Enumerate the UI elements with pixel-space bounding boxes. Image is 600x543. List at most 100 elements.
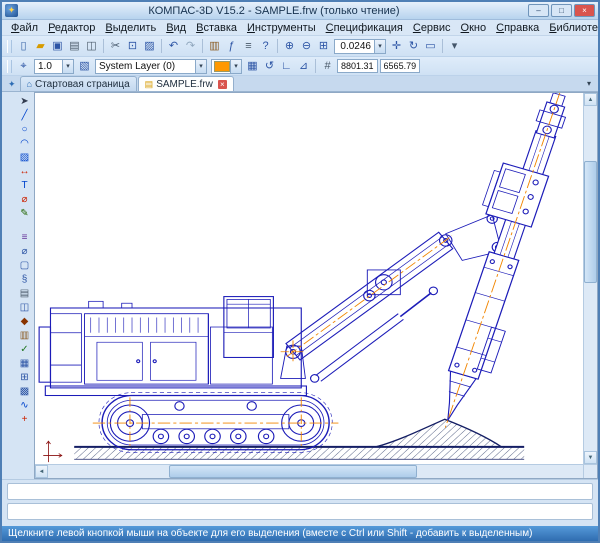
zoom-out-icon[interactable]: ⊖: [298, 38, 315, 54]
minimize-button[interactable]: –: [528, 4, 549, 17]
tab-menu-icon[interactable]: ✦: [4, 77, 20, 91]
style-dropdown-icon[interactable]: ▾: [230, 60, 241, 73]
maximize-button[interactable]: □: [551, 4, 572, 17]
hatch-tool-icon[interactable]: ▨: [17, 151, 32, 165]
toolbar-grip[interactable]: [7, 40, 12, 53]
specification-tool-icon[interactable]: §: [17, 273, 32, 287]
style-color-box: [214, 61, 230, 72]
zoom-area-icon[interactable]: ⊞: [315, 38, 332, 54]
library-manager-icon[interactable]: ▥: [206, 38, 223, 54]
local-frame-icon[interactable]: ↺: [261, 58, 278, 74]
zoom-scale-combo[interactable]: 0.0246 ▾: [334, 39, 386, 54]
check-document-icon[interactable]: ✓: [17, 343, 32, 357]
step-combo[interactable]: 1.0 ▾: [34, 59, 74, 74]
horizontal-scrollbar[interactable]: ◄: [35, 465, 583, 478]
menu-select[interactable]: Выделить: [100, 21, 161, 35]
show-all-icon[interactable]: ▭: [422, 38, 439, 54]
compact-panel: ➤╱○◠▨↔T⌀✎ ≡⌀▢§▤◫◆▥✓▦⊞▩∿+: [15, 92, 34, 479]
print-area-icon[interactable]: ▦: [17, 357, 32, 371]
ole-object-icon[interactable]: ⊞: [17, 371, 32, 385]
refresh-icon[interactable]: ↻: [405, 38, 422, 54]
grid-icon[interactable]: ▦: [244, 58, 261, 74]
zoom-in-icon[interactable]: ⊕: [281, 38, 298, 54]
menu-libraries[interactable]: Библиотеки: [544, 21, 600, 35]
tab-start-page[interactable]: ⌂ Стартовая страница: [20, 76, 137, 91]
text-tool-icon[interactable]: T: [17, 179, 32, 193]
insert-view-icon[interactable]: ◫: [17, 301, 32, 315]
scroll-left-icon[interactable]: ◄: [35, 465, 48, 478]
preview-icon[interactable]: ◫: [83, 38, 100, 54]
menu-view[interactable]: Вид: [161, 21, 191, 35]
undo-icon[interactable]: ↶: [165, 38, 182, 54]
copy-icon[interactable]: ⊡: [124, 38, 141, 54]
coordinate-y-field[interactable]: 6565.79: [380, 59, 421, 73]
tab-document-icon: ⌂: [27, 79, 32, 89]
print-icon[interactable]: ▤: [66, 38, 83, 54]
paste-icon[interactable]: ▨: [141, 38, 158, 54]
parametrize-tool-icon[interactable]: ≡: [17, 231, 32, 245]
tab-list-dropdown-icon[interactable]: ▾: [582, 77, 596, 91]
select-tool-icon[interactable]: ▢: [17, 259, 32, 273]
step-dropdown-icon[interactable]: ▾: [62, 60, 73, 73]
report-tool-icon[interactable]: ▤: [17, 287, 32, 301]
menu-help[interactable]: Справка: [491, 21, 544, 35]
pointer-tool-icon[interactable]: ➤: [17, 95, 32, 109]
horizontal-scrollbar-row: ◄: [35, 464, 597, 478]
tab-close-icon[interactable]: ×: [218, 80, 227, 89]
zoom-scale-dropdown-icon[interactable]: ▾: [374, 40, 385, 53]
new-document-icon[interactable]: ▯: [15, 38, 32, 54]
menu-window[interactable]: Окно: [456, 21, 492, 35]
pan-icon[interactable]: ✛: [388, 38, 405, 54]
document-window: ▲ ▼ ◄: [34, 92, 598, 479]
close-button[interactable]: ×: [574, 4, 595, 17]
tab-sample-frw[interactable]: ▤ SAMPLE.frw ×: [138, 76, 234, 91]
redo-icon[interactable]: ↷: [182, 38, 199, 54]
circle-tool-icon[interactable]: ○: [17, 123, 32, 137]
separator: [161, 39, 162, 53]
menu-editor[interactable]: Редактор: [43, 21, 100, 35]
context-help-icon[interactable]: ?: [257, 38, 274, 54]
scroll-down-icon[interactable]: ▼: [584, 451, 597, 464]
menu-insert[interactable]: Вставка: [191, 21, 242, 35]
edit-tool-icon[interactable]: ✎: [17, 207, 32, 221]
tab-document-icon: ▤: [145, 79, 154, 90]
toolbar-grip[interactable]: [7, 60, 12, 73]
snap-icon[interactable]: ⊿: [295, 58, 312, 74]
measure-tool-icon[interactable]: ⌀: [17, 245, 32, 259]
menu-file[interactable]: Файл: [6, 21, 43, 35]
horizontal-scrollbar-thumb[interactable]: [169, 465, 418, 478]
view-state-toolbar: ⌖ 1.0 ▾ ▧ System Layer (0) ▾ ▾ ▦↺∟⊿ # 88…: [2, 57, 598, 76]
vertical-scrollbar[interactable]: ▲ ▼: [583, 93, 597, 464]
menu-service[interactable]: Сервис: [408, 21, 456, 35]
vertical-scrollbar-thumb[interactable]: [584, 161, 597, 283]
open-folder-icon[interactable]: ▰: [32, 38, 49, 54]
current-state-icon[interactable]: ⌖: [15, 58, 32, 74]
layer-dropdown-icon[interactable]: ▾: [195, 60, 206, 73]
current-style-swatch[interactable]: ▾: [211, 59, 242, 74]
save-icon[interactable]: ▣: [49, 38, 66, 54]
arc-tool-icon[interactable]: ◠: [17, 137, 32, 151]
macro-tool-icon[interactable]: ◆: [17, 315, 32, 329]
cut-icon[interactable]: ✂: [107, 38, 124, 54]
line-tool-icon[interactable]: ╱: [17, 109, 32, 123]
raster-icon[interactable]: ▩: [17, 385, 32, 399]
coords-icon[interactable]: #: [319, 58, 336, 74]
scroll-up-icon[interactable]: ▲: [584, 93, 597, 106]
coordinate-x-field[interactable]: 8801.31: [337, 59, 378, 73]
axis-tool-icon[interactable]: ⌀: [17, 193, 32, 207]
layer-states-icon[interactable]: ▧: [76, 58, 93, 74]
ortho-icon[interactable]: ∟: [278, 58, 295, 74]
point-tool-icon[interactable]: +: [17, 413, 32, 427]
toolbar-options-icon[interactable]: ▾: [446, 38, 463, 54]
library-tool-icon[interactable]: ▥: [17, 329, 32, 343]
drawing-canvas[interactable]: [35, 93, 583, 464]
properties-icon[interactable]: ≡: [240, 38, 257, 54]
layer-combo[interactable]: System Layer (0) ▾: [95, 59, 207, 74]
dimension-tool-icon[interactable]: ↔: [17, 165, 32, 179]
menu-tools[interactable]: Инструменты: [242, 21, 321, 35]
property-panel: [2, 479, 598, 526]
variables-icon[interactable]: ƒ: [223, 38, 240, 54]
separator: [103, 39, 104, 53]
menu-specification[interactable]: Спецификация: [321, 21, 408, 35]
spline-tool-icon[interactable]: ∿: [17, 399, 32, 413]
